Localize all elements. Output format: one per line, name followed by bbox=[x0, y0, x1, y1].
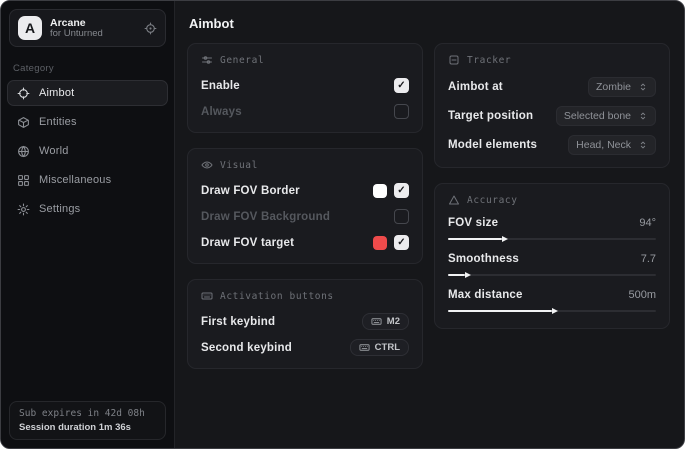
sidebar-item-label: World bbox=[39, 145, 69, 157]
crosshair-icon bbox=[17, 87, 30, 100]
always-checkbox[interactable]: ✓ bbox=[394, 104, 409, 119]
select-value: Selected bone bbox=[564, 110, 631, 122]
keyboard-icon bbox=[201, 290, 213, 302]
keybind-value: M2 bbox=[387, 316, 400, 327]
chevrons-up-down-icon bbox=[638, 140, 648, 150]
category-label: Category bbox=[13, 63, 162, 74]
app-logo: A bbox=[18, 16, 42, 40]
sidebar-item-label: Settings bbox=[39, 203, 80, 215]
setting-row-fov-target: Draw FOV target ✓ bbox=[201, 234, 409, 251]
setting-row-smoothness: Smoothness 7.7 bbox=[448, 253, 656, 280]
fov-target-checkbox[interactable]: ✓ bbox=[394, 235, 409, 250]
visual-section: Visual Draw FOV Border ✓ Draw FOV Backgr… bbox=[187, 148, 423, 264]
fov-background-checkbox[interactable]: ✓ bbox=[394, 209, 409, 224]
setting-row-enable: Enable ✓ bbox=[201, 77, 409, 94]
gear-icon bbox=[17, 203, 30, 216]
fov-size-slider[interactable] bbox=[448, 234, 656, 244]
section-title: Tracker bbox=[467, 55, 511, 66]
setting-row-fov-border: Draw FOV Border ✓ bbox=[201, 182, 409, 199]
activation-section: Activation buttons First keybind M2 Seco… bbox=[187, 279, 423, 369]
max-distance-slider[interactable] bbox=[448, 306, 656, 316]
sidebar-item-miscellaneous[interactable]: Miscellaneous bbox=[7, 167, 168, 193]
accuracy-section: Accuracy FOV size 94° bbox=[434, 183, 670, 329]
model-elements-select[interactable]: Head, Neck bbox=[568, 135, 656, 155]
triangle-icon bbox=[448, 194, 460, 206]
first-keybind-button[interactable]: M2 bbox=[362, 313, 409, 330]
target-position-select[interactable]: Selected bone bbox=[556, 106, 656, 126]
smoothness-value: 7.7 bbox=[641, 253, 656, 265]
cube-icon bbox=[17, 116, 30, 129]
smoothness-slider[interactable] bbox=[448, 270, 656, 280]
logo-letter: A bbox=[25, 20, 35, 36]
setting-row-target-position: Target position Selected bone bbox=[448, 106, 656, 126]
keyboard-icon bbox=[359, 342, 370, 353]
section-title: Activation buttons bbox=[220, 291, 334, 302]
setting-row-first-keybind: First keybind M2 bbox=[201, 313, 409, 330]
scope-icon[interactable] bbox=[144, 22, 157, 35]
max-distance-value: 500m bbox=[628, 289, 656, 301]
general-section: General Enable ✓ Always ✓ bbox=[187, 43, 423, 133]
globe-icon bbox=[17, 145, 30, 158]
session-duration-text: Session duration 1m 36s bbox=[19, 422, 156, 433]
setting-row-model-elements: Model elements Head, Neck bbox=[448, 135, 656, 155]
setting-row-always: Always ✓ bbox=[201, 103, 409, 120]
sidebar-item-settings[interactable]: Settings bbox=[7, 196, 168, 222]
main-content: Aimbot General Enable ✓ Al bbox=[175, 1, 684, 448]
logo-card: A Arcane for Unturned bbox=[9, 9, 166, 47]
select-value: Head, Neck bbox=[576, 139, 631, 151]
tracker-section: Tracker Aimbot at Zombie Target position bbox=[434, 43, 670, 168]
sidebar-item-world[interactable]: World bbox=[7, 138, 168, 164]
page-title: Aimbot bbox=[189, 16, 670, 31]
fov-border-checkbox[interactable]: ✓ bbox=[394, 183, 409, 198]
slider-fill bbox=[448, 274, 465, 276]
select-value: Zombie bbox=[596, 81, 631, 93]
fov-border-color-swatch[interactable] bbox=[373, 184, 387, 198]
sidebar-item-label: Miscellaneous bbox=[39, 174, 111, 186]
check-icon: ✓ bbox=[397, 186, 405, 196]
aimbot-at-select[interactable]: Zombie bbox=[588, 77, 656, 97]
check-icon: ✓ bbox=[397, 238, 405, 248]
sliders-icon bbox=[201, 54, 213, 66]
fov-target-color-swatch[interactable] bbox=[373, 236, 387, 250]
setting-row-second-keybind: Second keybind CTRL bbox=[201, 339, 409, 356]
enable-checkbox[interactable]: ✓ bbox=[394, 78, 409, 93]
section-title: General bbox=[220, 55, 264, 66]
sidebar-item-label: Aimbot bbox=[39, 87, 74, 99]
subscription-card: Sub expires in 42d 08h Session duration … bbox=[9, 401, 166, 440]
chevrons-up-down-icon bbox=[638, 111, 648, 121]
sidebar-item-label: Entities bbox=[39, 116, 77, 128]
sub-expiry-text: Sub expires in 42d 08h bbox=[19, 408, 156, 419]
chevrons-up-down-icon bbox=[638, 82, 648, 92]
setting-row-aimbot-at: Aimbot at Zombie bbox=[448, 77, 656, 97]
app-subtitle: for Unturned bbox=[50, 29, 136, 40]
sidebar-nav: Aimbot Entities World Miscellaneous bbox=[1, 80, 174, 222]
setting-row-max-distance: Max distance 500m bbox=[448, 289, 656, 316]
second-keybind-button[interactable]: CTRL bbox=[350, 339, 409, 356]
sidebar-item-aimbot[interactable]: Aimbot bbox=[7, 80, 168, 106]
app-title: Arcane bbox=[50, 17, 136, 29]
section-title: Visual bbox=[220, 160, 258, 171]
fov-size-value: 94° bbox=[639, 217, 656, 229]
section-title: Accuracy bbox=[467, 195, 518, 206]
eye-icon bbox=[201, 159, 213, 171]
arcane-window: A Arcane for Unturned Category Aimbot bbox=[0, 0, 685, 449]
setting-row-fov-size: FOV size 94° bbox=[448, 217, 656, 244]
setting-row-fov-background: Draw FOV Background ✓ bbox=[201, 208, 409, 225]
check-icon: ✓ bbox=[397, 81, 405, 91]
sidebar: A Arcane for Unturned Category Aimbot bbox=[1, 1, 175, 448]
keybind-value: CTRL bbox=[375, 342, 400, 353]
keyboard-icon bbox=[371, 316, 382, 327]
slider-fill bbox=[448, 238, 502, 240]
grid-icon bbox=[17, 174, 30, 187]
scan-icon bbox=[448, 54, 460, 66]
sidebar-item-entities[interactable]: Entities bbox=[7, 109, 168, 135]
slider-fill bbox=[448, 310, 552, 312]
